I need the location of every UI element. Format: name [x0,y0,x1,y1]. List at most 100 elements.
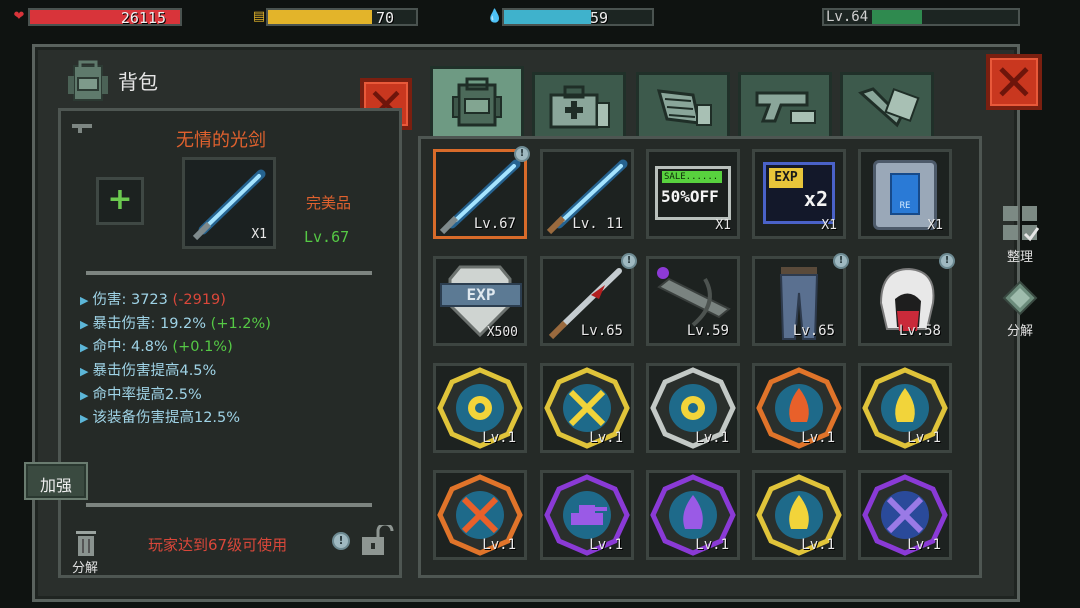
stat-crit-damage: ▶ 暴击伤害: 19.2% (+1.2%) [80,316,271,332]
water-bar: 59 [502,8,654,27]
medkit-icon [549,85,610,129]
inventory-slot-crossbow[interactable]: Lv.59 [646,256,740,346]
inventory-slot-medal-10[interactable]: Lv.1 [858,470,952,560]
slot-level: Lv.59 [686,323,729,339]
hp-bar: 26115 [28,8,182,27]
slot-level: Lv.1 [589,430,623,446]
slot-level: Lv.58 [898,323,941,339]
plus-icon: + [107,182,133,217]
stat-bonus-1: ▶ 暴击伤害提高4.5% [80,363,217,379]
tab-backpack[interactable] [430,66,524,138]
hp-value: 26115 [120,9,166,27]
sort-grid-icon [1003,206,1040,242]
close-icon: ✕ [993,54,1035,112]
slot-level: Lv.1 [907,537,941,553]
close-window-button[interactable]: ✕ [986,54,1042,112]
new-badge-icon: ! [939,253,955,269]
arrow-icon: ▶ [80,389,89,402]
stat-hit: ▶ 命中: 4.8% (+0.1%) [80,339,233,355]
unlock-icon[interactable] [360,522,394,557]
item-preview-slot: X1 [182,157,276,249]
inventory-slot-lightsaber-1[interactable]: Lv.67 ! [433,146,530,239]
pistol-icon [755,91,816,124]
inventory-slot-exp-card[interactable]: EXP x2 X1 [752,149,846,239]
stat-bonus-2: ▶ 命中率提高2.5% [80,387,202,403]
arrow-icon: ▶ [80,294,89,307]
add-gem-slot[interactable]: + [96,177,144,225]
tab-medical[interactable] [532,72,626,138]
arrow-icon: ▶ [80,341,89,354]
slot-qty: X1 [927,218,943,233]
energy-value: 70 [375,9,394,27]
divider-top [86,271,372,275]
enhance-button[interactable]: 加强 [24,462,88,500]
info-icon[interactable]: ! [332,532,350,550]
slot-level: Lv.1 [482,430,516,446]
backpack-tab-icon [452,77,502,127]
arrow-icon: ▶ [80,365,89,378]
item-qty: X1 [251,227,267,242]
slot-level: Lv.1 [907,430,941,446]
inventory-slot-medal-3[interactable]: Lv.1 [646,363,740,453]
inventory-slot-medal-7[interactable]: Lv.1 [540,470,634,560]
slot-level: Lv.1 [801,537,835,553]
level-bar: Lv.64 [822,8,1020,26]
inventory-slot-lightsaber-2[interactable]: Lv. 11 [540,149,634,239]
tab-tools[interactable] [840,72,934,138]
inventory-slot-medal-4[interactable]: Lv.1 [752,363,846,453]
slot-qty: X500 [486,325,518,340]
tab-weapons[interactable] [738,72,832,138]
stat-bonus-3: ▶ 该装备伤害提高12.5% [80,410,241,426]
slot-level: Lv.1 [801,430,835,446]
decompose-gem-icon [1002,280,1038,316]
trash-icon[interactable] [74,528,98,558]
inventory-slot-jeans[interactable]: Lv.65 ! [752,253,849,346]
slot-level: Lv.1 [695,430,729,446]
slot-qty: X1 [821,218,837,233]
arrow-icon: ▶ [80,412,89,425]
slot-qty: X1 [715,218,731,233]
inventory-slot-hood[interactable]: Lv.58 ! [858,253,955,346]
inventory-slot-sale-coupon[interactable]: SALE...... 50%OFF X1 [646,149,740,239]
sale-coupon-icon: SALE...... 50%OFF [655,166,731,220]
slot-level: Lv.1 [482,537,516,553]
level-value: Lv.64 [826,9,869,25]
inventory-slot-medal-9[interactable]: Lv.1 [752,470,846,560]
inventory-slot-bloody-sword[interactable]: Lv.65 ! [540,253,637,346]
wing-armor-icon [656,89,712,126]
sort-button[interactable]: 整理 [998,204,1042,265]
new-badge-icon: ! [514,146,530,162]
decompose-button[interactable]: 分解 [998,280,1042,339]
slot-level: Lv. 11 [572,216,623,232]
arrow-icon: ▶ [80,318,89,331]
gun-icon [70,120,96,134]
tab-armor[interactable] [636,72,730,138]
inventory-slot-medal-1[interactable]: Lv.1 [433,363,527,453]
wrench-icon [858,87,920,128]
exp-card-icon: EXP x2 [763,162,835,224]
slot-level: Lv.65 [792,323,835,339]
item-name: 无情的光剑 [176,130,266,151]
backpack-icon [66,60,110,102]
inventory-slot-medal-2[interactable]: Lv.1 [540,363,634,453]
energy-bar: 70 [266,8,418,27]
inventory-slot-chip[interactable]: RE X1 [858,149,952,239]
bag-title: 背包 [118,70,158,94]
slot-level: Lv.67 [473,216,516,232]
slot-level: Lv.1 [589,537,623,553]
inventory-slot-medal-8[interactable]: Lv.1 [646,470,740,560]
item-level: Lv.67 [304,228,350,246]
new-badge-icon: ! [833,253,849,269]
requirement-text: 玩家达到67级可使用 [148,536,288,554]
inventory-slot-medal-6[interactable]: Lv.1 [433,470,527,560]
slot-level: Lv.65 [580,323,623,339]
inventory-slot-exp-shield[interactable]: EXP X500 [433,256,527,346]
inventory-slot-medal-5[interactable]: Lv.1 [858,363,952,453]
stat-damage: ▶ 伤害: 3723 (-2919) [80,292,226,308]
heart-icon: ❤ [13,9,25,24]
decompose-label: 分解 [72,561,99,576]
divider-bottom [86,503,372,507]
water-value: 59 [589,9,608,27]
quality-label: 完美品 [306,194,352,212]
slot-level: Lv.1 [695,537,729,553]
